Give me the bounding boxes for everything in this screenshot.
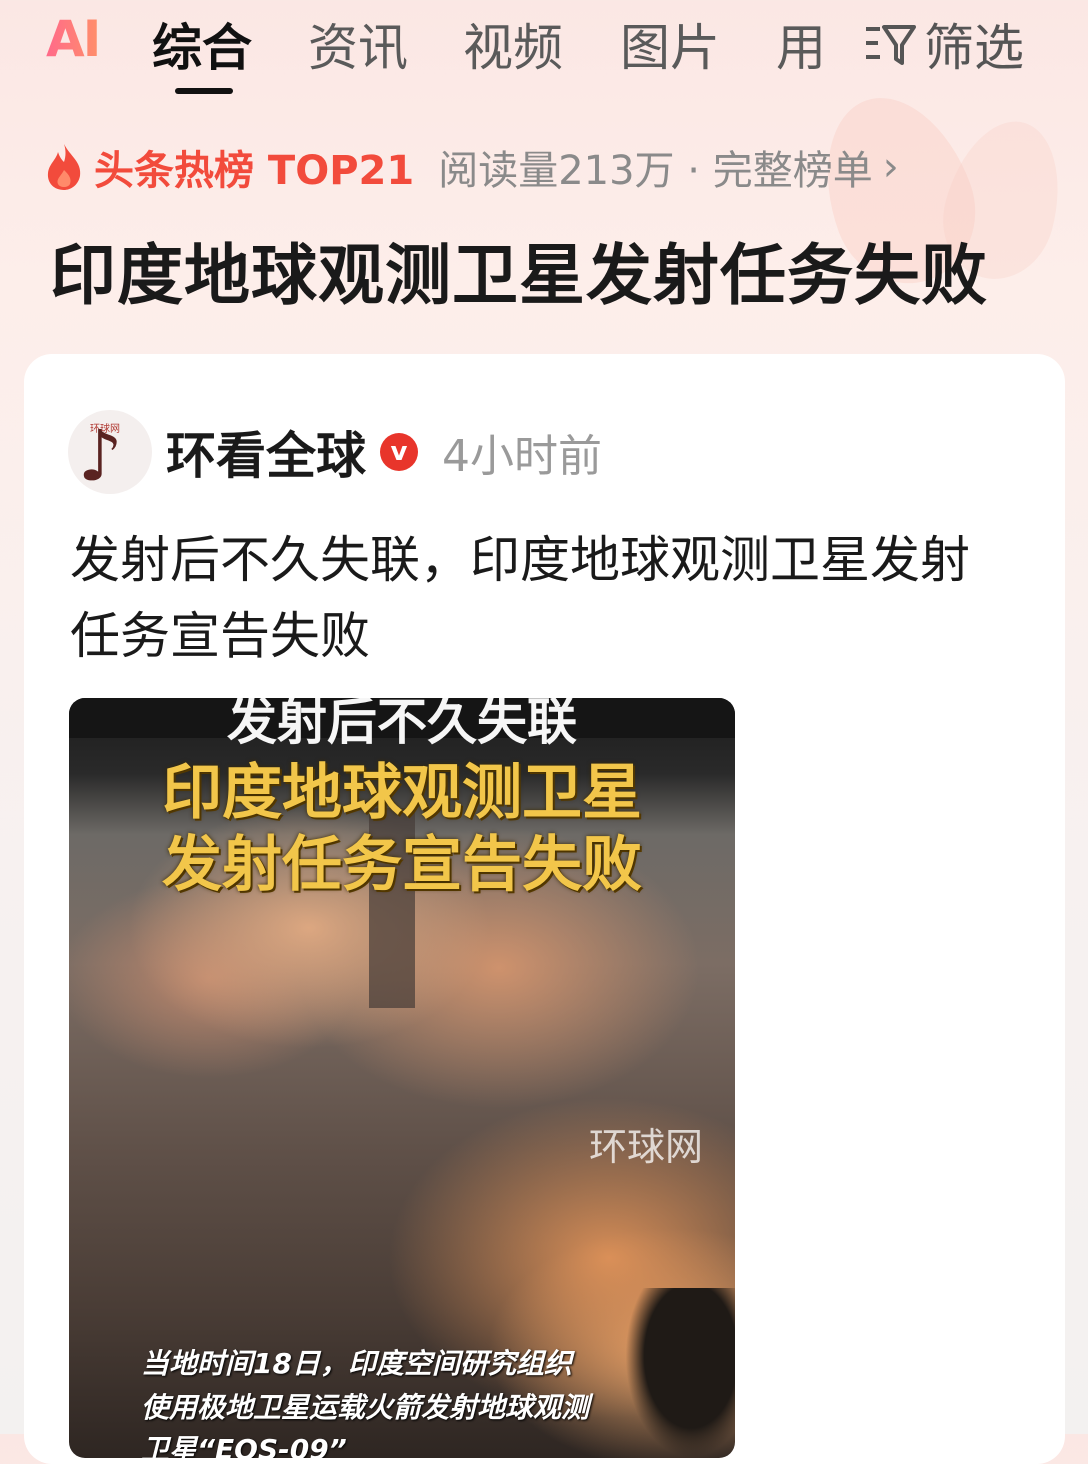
avatar[interactable]: 环球网 ♪ (68, 410, 152, 494)
chevron-right-icon: › (882, 144, 899, 190)
author-name[interactable]: 环看全球 (166, 416, 366, 488)
hot-list-meta: 阅读量213万 · 完整榜单 (438, 148, 873, 194)
tab-users[interactable]: 用 (776, 8, 826, 80)
tab-ai[interactable]: AI (46, 10, 101, 68)
thumbnail-watermark: 环球网 (589, 1125, 704, 1169)
topic-headline[interactable]: 印度地球观测卫星发射任务失败 (50, 222, 988, 318)
active-tab-indicator (175, 88, 233, 94)
filter-icon (866, 25, 916, 65)
filter-button[interactable]: 筛选 (862, 8, 1024, 80)
thumbnail-subtitle-line2: 使用极地卫星运载火箭发射地球观测 (141, 1391, 590, 1424)
hot-list-link[interactable]: 头条热榜 TOP21 阅读量213万 · 完整榜单 › (44, 138, 899, 196)
verified-icon: v (380, 433, 418, 471)
flame-icon (47, 144, 81, 190)
thumbnail-subtitle-line3: 卫星“EOS-09” (141, 1433, 347, 1458)
thumbnail-caption-line2: 发射任务宣告失败 (162, 830, 642, 900)
tab-video[interactable]: 视频 (463, 8, 563, 80)
tab-news[interactable]: 资讯 (308, 8, 408, 80)
post-time: 4小时前 (442, 431, 602, 482)
search-tab-bar: AI 综合 资讯 视频 图片 用 筛选 (0, 0, 1088, 100)
thumbnail-subtitle-line1: 当地时间18日，印度空间研究组织 (141, 1347, 572, 1380)
tab-comprehensive[interactable]: 综合 (152, 8, 252, 80)
tree-silhouette (625, 1288, 735, 1458)
video-thumbnail[interactable]: 发射后不久失联 印度地球观测卫星 发射任务宣告失败 环球网 当地时间18日，印度… (69, 698, 735, 1458)
music-note-icon: ♪ (78, 415, 123, 494)
author-row: 环球网 ♪ 环看全球 v 4小时前 (68, 410, 602, 494)
tab-images[interactable]: 图片 (620, 8, 720, 80)
filter-label: 筛选 (924, 19, 1024, 77)
hot-list-tag: 头条热榜 TOP21 (94, 148, 415, 194)
article-card[interactable]: 环球网 ♪ 环看全球 v 4小时前 发射后不久失联，印度地球观测卫星发射任务宣告… (24, 354, 1065, 1464)
article-title[interactable]: 发射后不久失联，印度地球观测卫星发射任务宣告失败 (70, 522, 990, 674)
